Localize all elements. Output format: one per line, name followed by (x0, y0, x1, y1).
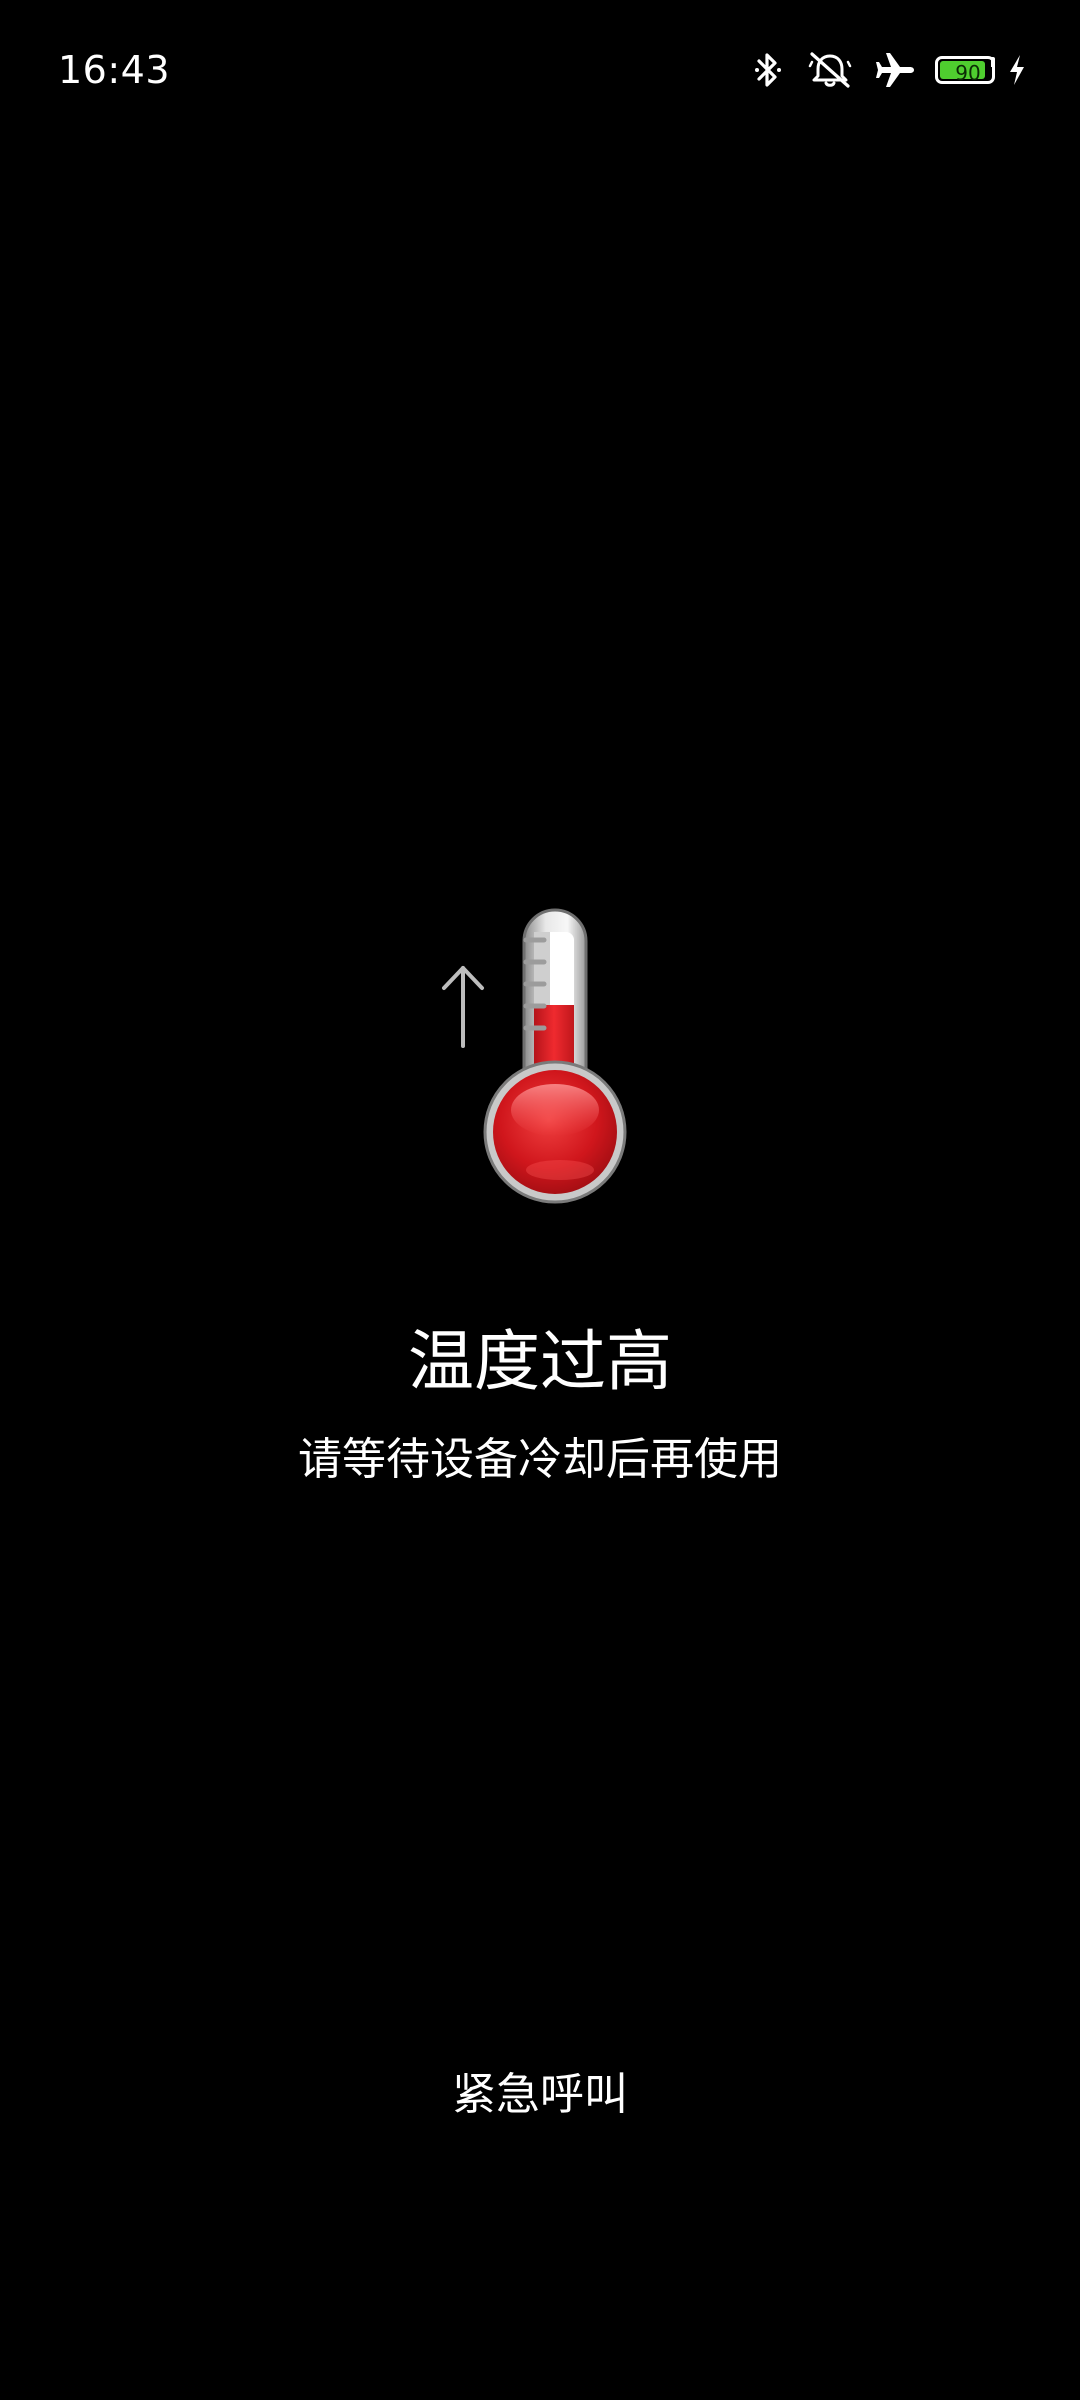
mute-icon (806, 48, 854, 92)
battery-icon: 90 (930, 48, 1000, 92)
emergency-call-button[interactable]: 紧急呼叫 (390, 2060, 690, 2130)
battery-body: 90 (935, 56, 995, 85)
airplane-mode-icon (872, 48, 918, 92)
status-icons: 90 (748, 46, 1028, 94)
battery-level: 90 (955, 61, 981, 85)
bluetooth-icon (748, 48, 788, 92)
status-bar: 16:43 90 (0, 0, 1080, 140)
battery-cap (991, 57, 995, 67)
status-time: 16:43 (58, 48, 171, 92)
charging-icon (1006, 48, 1028, 92)
thermometer-icon (420, 900, 660, 1220)
overheat-screen: 16:43 90 温度过高 请等待设备冷却后再使用 紧急呼叫 (0, 0, 1080, 2400)
warning-title: 温度过高 (408, 1323, 672, 1400)
warning-message: 请等待设备冷却后再使用 (298, 1434, 782, 1485)
